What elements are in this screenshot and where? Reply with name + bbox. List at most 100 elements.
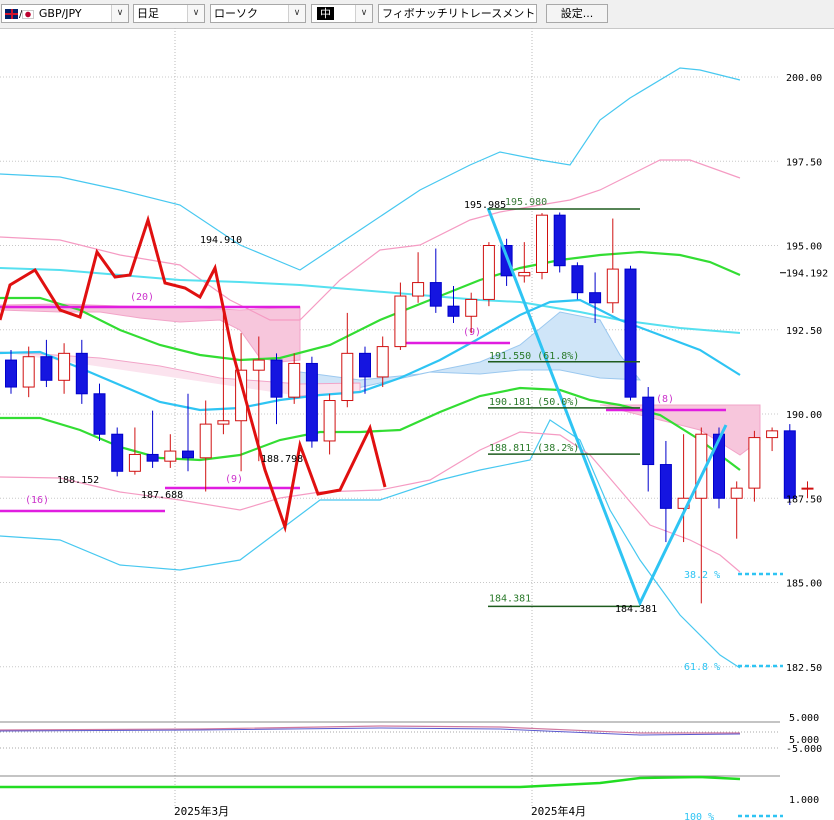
- fib-extension-label: 61.8 %: [684, 662, 720, 673]
- sub-tick-label: 5.000: [789, 713, 819, 724]
- candle-body: [589, 292, 602, 304]
- chevron-down-icon: ∨: [288, 5, 305, 22]
- toolbar: / GBP/JPY ∨ 日足 ∨ ローソク ∨ 中 ∨ フィボナッチリトレースメ…: [0, 0, 834, 29]
- candle-body: [748, 437, 761, 489]
- period-label: (16): [25, 495, 49, 506]
- price-label: 184.381: [615, 604, 657, 615]
- chart-style-label: ローソク: [214, 7, 258, 20]
- sub-panel: 5.0005.000-5.0001.000: [0, 713, 822, 806]
- candle-body: [93, 393, 106, 435]
- candle-body: [766, 430, 779, 439]
- candle-body: [40, 356, 53, 381]
- candle-body: [465, 298, 478, 317]
- y-tick-label: 190.00: [786, 410, 822, 421]
- candle-body: [305, 362, 318, 442]
- chevron-down-icon: ∨: [355, 5, 372, 22]
- y-tick-label: 182.50: [786, 663, 822, 674]
- sub-tick-label: -5.000: [786, 744, 822, 755]
- candle-body: [659, 464, 672, 509]
- x-axis: 2025年3月 2025年4月: [174, 804, 586, 818]
- fib-high-label: 195.980: [505, 197, 547, 208]
- symbol-select[interactable]: / GBP/JPY ∨: [1, 4, 129, 23]
- candle-body: [164, 450, 177, 462]
- candle-body: [111, 433, 124, 472]
- price-chart[interactable]: (20) (16) (9) (9) (8) 195.980 191.550 (61.8%)…: [0, 28, 834, 820]
- current-price-label: 194.192: [786, 269, 828, 280]
- x-tick-label: 2025年3月: [174, 804, 229, 818]
- candle-body: [783, 430, 796, 499]
- candle-body: [22, 356, 35, 388]
- candle-body: [128, 453, 141, 472]
- y-tick-label: 185.00: [786, 579, 822, 590]
- candle-body: [642, 396, 655, 466]
- candle-body: [199, 423, 212, 459]
- candle-body: [5, 359, 17, 388]
- lower-band: [0, 431, 741, 573]
- period-label: (20): [130, 292, 154, 303]
- candle-body: [730, 487, 743, 499]
- period-label: (9): [225, 474, 243, 485]
- candle-body: [288, 362, 301, 398]
- indicator-field[interactable]: フィボナッチリトレースメント: [378, 4, 537, 23]
- line-weight-select[interactable]: 中 ∨: [311, 4, 373, 23]
- candle-body: [58, 352, 71, 381]
- candle-body: [429, 282, 442, 307]
- candle-body: [624, 268, 637, 398]
- sub-line-green: [0, 775, 741, 789]
- candle-body: [606, 268, 619, 304]
- candle-body: [182, 450, 194, 459]
- candle-body: [359, 352, 371, 378]
- timeframe-select[interactable]: 日足 ∨: [133, 4, 205, 23]
- japan-flag-icon: [22, 9, 35, 19]
- price-label: 188.152: [57, 475, 99, 486]
- candle-body: [146, 453, 159, 462]
- candle-body: [75, 352, 88, 395]
- candle-body: [536, 214, 548, 273]
- period-label: (8): [656, 394, 674, 405]
- line-weight-label: 中: [317, 7, 334, 20]
- indicator-label: フィボナッチリトレースメント: [382, 7, 536, 20]
- uk-flag-icon: [5, 9, 18, 19]
- y-axis: 200.00 197.50 195.00 192.50 190.00 187.50 185.…: [780, 73, 828, 674]
- candle-body: [801, 487, 814, 490]
- y-tick-label: 187.50: [786, 494, 822, 505]
- chevron-down-icon: ∨: [111, 5, 128, 22]
- candle-body: [376, 346, 389, 378]
- price-label: 188.798: [261, 454, 303, 465]
- candle-body: [553, 214, 566, 267]
- fib-extension-label: 100 %: [684, 812, 714, 820]
- symbol-label: GBP/JPY: [38, 7, 82, 20]
- sub-tick-label: 1.000: [789, 795, 819, 806]
- settings-button[interactable]: 設定...: [546, 4, 608, 23]
- y-tick-label: 197.50: [786, 157, 822, 168]
- lower-band-2: [0, 419, 741, 669]
- fib-level-label: 190.181 (50.0%): [489, 397, 579, 408]
- candle-body: [412, 282, 425, 297]
- candle-body: [713, 433, 725, 499]
- fib-low-label: 184.381: [489, 593, 531, 604]
- candle-body: [270, 359, 283, 398]
- price-label: 195.985: [464, 200, 506, 211]
- y-tick-label: 192.50: [786, 326, 822, 337]
- candle-body: [323, 400, 336, 442]
- chart-style-select[interactable]: ローソク ∨: [210, 4, 306, 23]
- fib-level-label: 191.550 (61.8%): [489, 351, 579, 362]
- candle-body: [447, 305, 460, 317]
- candle-body: [518, 271, 531, 277]
- candle-body: [482, 245, 495, 300]
- y-tick-label: 195.00: [786, 242, 822, 253]
- cloud-pink-future: [600, 404, 761, 456]
- upper-band-2: [0, 67, 741, 271]
- y-tick-label: 200.00: [786, 73, 822, 84]
- candle-body: [571, 265, 584, 294]
- fib-level-label: 188.811 (38.2%): [489, 443, 579, 454]
- candle-body: [341, 352, 354, 402]
- candle-body: [394, 295, 407, 348]
- fib-extension-label: 38.2 %: [684, 570, 720, 581]
- price-label: 187.688: [141, 490, 183, 501]
- candle-body: [217, 420, 230, 425]
- period-label: (9): [463, 327, 481, 338]
- timeframe-label: 日足: [137, 7, 159, 20]
- price-label: 194.910: [200, 235, 242, 246]
- candle-body: [252, 359, 265, 371]
